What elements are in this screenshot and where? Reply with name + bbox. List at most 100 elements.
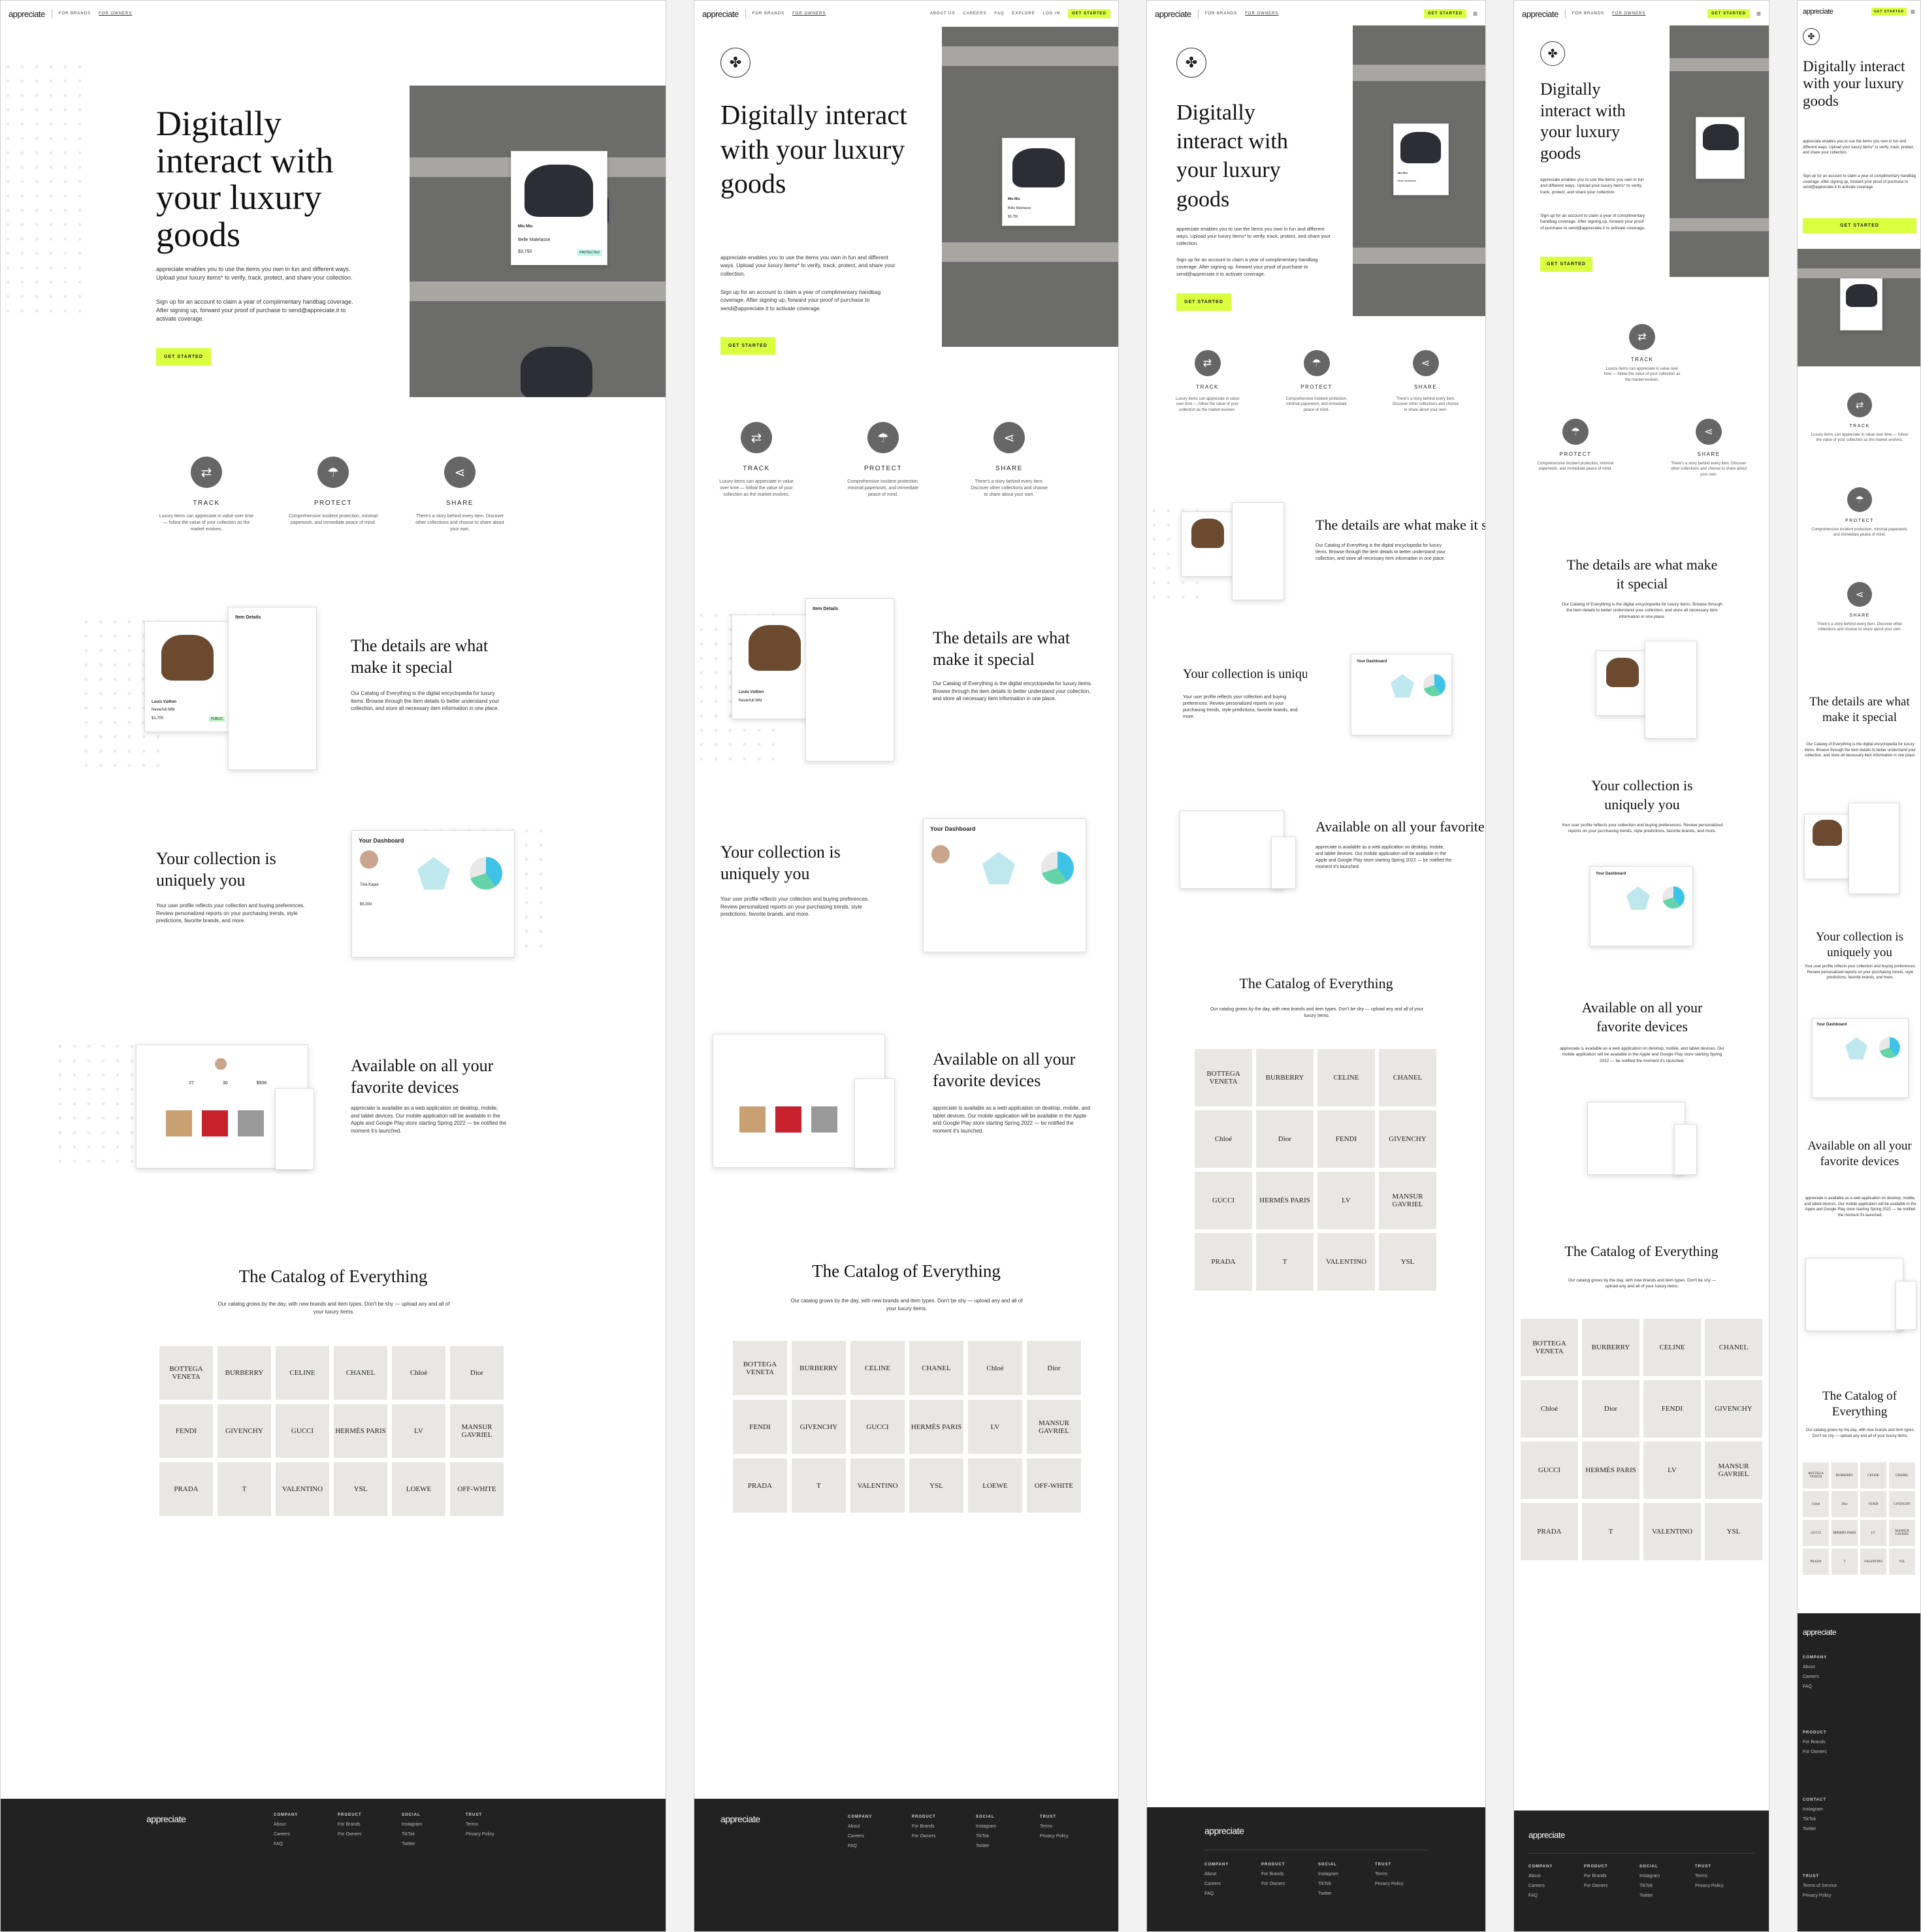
- footer-link-twitter[interactable]: Twitter: [976, 1844, 996, 1848]
- brand-tile[interactable]: MANSUR GAVRIEL: [1705, 1441, 1762, 1499]
- brand-tile[interactable]: GUCCI: [850, 1400, 905, 1454]
- footer-link-terms[interactable]: Terms: [466, 1822, 494, 1827]
- brand-tile[interactable]: BOTTEGA VENETA: [1195, 1049, 1252, 1106]
- hero-get-started-button[interactable]: GET STARTED: [156, 348, 211, 366]
- nav-get-started-button[interactable]: GET STARTED: [1707, 9, 1750, 18]
- brand-tile[interactable]: GIVENCHY: [218, 1404, 271, 1458]
- footer-link-instagram[interactable]: Instagram: [1318, 1872, 1338, 1876]
- footer-link-tiktok[interactable]: TikTok: [402, 1832, 422, 1837]
- footer-link-for-brands[interactable]: For Brands: [1261, 1872, 1285, 1876]
- brand-tile[interactable]: FENDI: [1317, 1110, 1375, 1168]
- footer-link-twitter[interactable]: Twitter: [402, 1842, 422, 1846]
- hamburger-icon[interactable]: ≡: [1756, 9, 1761, 18]
- brand-tile[interactable]: GUCCI: [276, 1404, 329, 1458]
- brand-tile[interactable]: Dior: [1832, 1491, 1858, 1517]
- brand-tile[interactable]: VALENTINO: [850, 1458, 905, 1513]
- brand-tile[interactable]: T: [1582, 1503, 1639, 1560]
- brand-tile[interactable]: MANSUR GAVRIEL: [450, 1404, 504, 1458]
- footer-link-for-owners[interactable]: For Owners: [338, 1832, 362, 1837]
- footer-link-faq[interactable]: FAQ: [1803, 1684, 1827, 1689]
- brand-tile[interactable]: Dior: [450, 1346, 504, 1400]
- brand-tile[interactable]: PRADA: [1195, 1233, 1252, 1291]
- brand-tile[interactable]: PRADA: [159, 1462, 213, 1516]
- brand-tile[interactable]: Dior: [1256, 1110, 1314, 1168]
- brand-tile[interactable]: T: [1256, 1233, 1314, 1291]
- nav-for-owners[interactable]: FOR OWNERS: [1612, 12, 1645, 16]
- footer-link-privacy[interactable]: Privacy Policy: [466, 1832, 494, 1837]
- logo[interactable]: appreciate: [1803, 8, 1833, 16]
- brand-tile[interactable]: HERMÈS PARIS: [334, 1404, 387, 1458]
- brand-tile[interactable]: MANSUR GAVRIEL: [1889, 1520, 1915, 1546]
- footer-link-terms[interactable]: Terms: [1040, 1824, 1069, 1829]
- footer-link-tiktok[interactable]: TikTok: [1803, 1817, 1826, 1822]
- brand-tile[interactable]: CHANEL: [1705, 1319, 1762, 1376]
- nav-faq[interactable]: FAQ: [994, 12, 1004, 16]
- brand-tile[interactable]: LOEWE: [968, 1458, 1022, 1513]
- brand-tile[interactable]: FENDI: [159, 1404, 213, 1458]
- brand-tile[interactable]: BURBERRY: [1256, 1049, 1314, 1106]
- nav-for-brands[interactable]: FOR BRANDS: [752, 12, 784, 16]
- footer-link-privacy[interactable]: Privacy Policy: [1040, 1834, 1069, 1839]
- hero-get-started-button[interactable]: GET STARTED: [1176, 293, 1231, 311]
- brand-tile[interactable]: YSL: [334, 1462, 387, 1516]
- footer-link-faq[interactable]: FAQ: [274, 1842, 298, 1846]
- footer-link-faq[interactable]: FAQ: [848, 1844, 872, 1848]
- brand-tile[interactable]: BURBERRY: [1582, 1319, 1639, 1376]
- logo[interactable]: appreciate: [1522, 9, 1558, 19]
- brand-tile[interactable]: FENDI: [733, 1400, 787, 1454]
- brand-tile[interactable]: GIVENCHY: [1379, 1110, 1436, 1168]
- footer-link-for-owners[interactable]: For Owners: [1803, 1750, 1827, 1754]
- brand-tile[interactable]: LV: [1860, 1520, 1886, 1546]
- brand-tile[interactable]: YSL: [1379, 1233, 1436, 1291]
- nav-explore[interactable]: EXPLORE: [1012, 12, 1035, 16]
- brand-tile[interactable]: HERMÈS PARIS: [1256, 1172, 1314, 1229]
- footer-link-careers[interactable]: Careers: [1528, 1884, 1553, 1888]
- brand-tile[interactable]: GUCCI: [1803, 1520, 1829, 1546]
- footer-link-privacy[interactable]: Privacy Policy: [1803, 1893, 1837, 1898]
- footer-link-faq[interactable]: FAQ: [1528, 1893, 1553, 1898]
- brand-tile[interactable]: PRADA: [733, 1458, 787, 1513]
- brand-tile[interactable]: BOTTEGA VENETA: [1803, 1462, 1829, 1489]
- logo[interactable]: appreciate: [1155, 9, 1191, 19]
- nav-for-owners[interactable]: FOR OWNERS: [99, 12, 132, 16]
- brand-tile[interactable]: T: [1832, 1549, 1858, 1575]
- brand-tile[interactable]: CELINE: [850, 1341, 905, 1395]
- footer-link-tiktok[interactable]: TikTok: [1318, 1882, 1338, 1886]
- footer-link-privacy[interactable]: Privacy Policy: [1695, 1884, 1724, 1888]
- footer-link-tiktok[interactable]: TikTok: [976, 1834, 996, 1839]
- footer-logo[interactable]: appreciate: [1204, 1826, 1244, 1836]
- brand-tile[interactable]: GIVENCHY: [1889, 1491, 1915, 1517]
- brand-tile[interactable]: Chloé: [1195, 1110, 1252, 1168]
- brand-tile[interactable]: LV: [1317, 1172, 1375, 1229]
- footer-link-about[interactable]: About: [1803, 1665, 1827, 1669]
- nav-for-brands[interactable]: FOR BRANDS: [59, 12, 91, 16]
- brand-tile[interactable]: Chloé: [1803, 1491, 1829, 1517]
- brand-tile[interactable]: CHANEL: [1379, 1049, 1436, 1106]
- hero-product-card[interactable]: Miu Miu Belle Matelasse $3,750: [1002, 138, 1075, 226]
- brand-tile[interactable]: FENDI: [1643, 1380, 1701, 1438]
- brand-tile[interactable]: CELINE: [1860, 1462, 1886, 1489]
- footer-link-terms[interactable]: Terms of Service: [1803, 1884, 1837, 1888]
- footer-link-careers[interactable]: Careers: [848, 1834, 872, 1839]
- nav-for-brands[interactable]: FOR BRANDS: [1205, 12, 1237, 16]
- footer-link-twitter[interactable]: Twitter: [1803, 1827, 1826, 1831]
- brand-tile[interactable]: HERMÈS PARIS: [909, 1400, 963, 1454]
- brand-tile[interactable]: Chloé: [968, 1341, 1022, 1395]
- nav-login[interactable]: LOG IN: [1043, 12, 1060, 16]
- footer-logo[interactable]: appreciate: [1803, 1628, 1837, 1637]
- brand-tile[interactable]: CHANEL: [334, 1346, 387, 1400]
- brand-tile[interactable]: CHANEL: [909, 1341, 963, 1395]
- brand-tile[interactable]: LOEWE: [392, 1462, 445, 1516]
- footer-link-for-brands[interactable]: For Brands: [1584, 1874, 1608, 1878]
- brand-tile[interactable]: HERMÈS PARIS: [1832, 1520, 1858, 1546]
- nav-get-started-button[interactable]: GET STARTED: [1871, 8, 1907, 16]
- nav-careers[interactable]: CAREERS: [963, 12, 986, 16]
- footer-link-for-brands[interactable]: For Brands: [338, 1822, 362, 1827]
- brand-tile[interactable]: LV: [392, 1404, 445, 1458]
- hero-get-started-button[interactable]: GET STARTED: [720, 337, 775, 355]
- footer-link-careers[interactable]: Careers: [274, 1832, 298, 1837]
- footer-link-for-brands[interactable]: For Brands: [912, 1824, 936, 1829]
- brand-tile[interactable]: BURBERRY: [218, 1346, 271, 1400]
- footer-logo[interactable]: appreciate: [1528, 1830, 1565, 1840]
- brand-tile[interactable]: VALENTINO: [1643, 1503, 1701, 1560]
